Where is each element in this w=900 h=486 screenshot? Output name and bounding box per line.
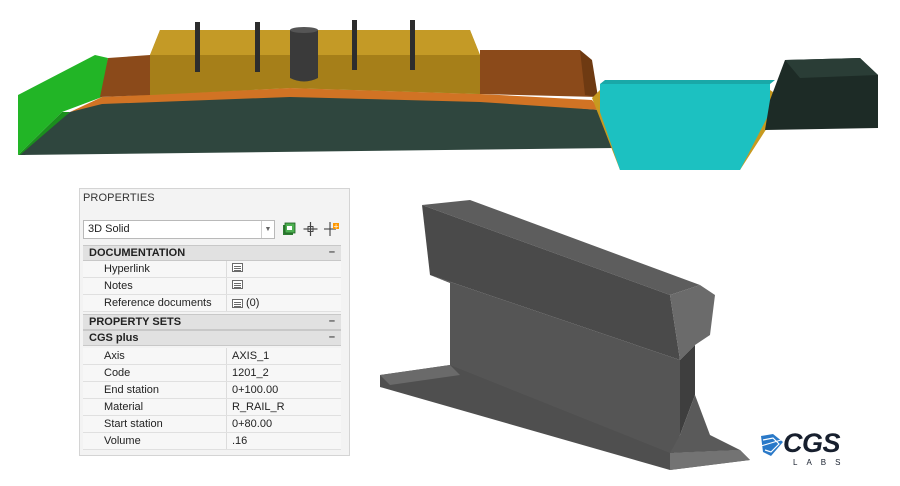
property-row[interactable]: Volume .16 (83, 433, 341, 450)
collapse-icon[interactable]: – (329, 315, 335, 327)
track-cross-section-render (18, 20, 878, 170)
property-row[interactable]: Hyperlink (83, 261, 341, 278)
property-label: Hyperlink (104, 263, 150, 275)
property-row[interactable]: Axis AXIS_1 (83, 348, 341, 365)
property-row[interactable]: End station 0+100.00 (83, 382, 341, 399)
rail-post-1 (195, 22, 200, 72)
document-icon[interactable] (232, 263, 243, 272)
property-label: Code (104, 367, 131, 379)
reference-count: (0) (246, 297, 260, 309)
property-row[interactable]: Code 1201_2 (83, 365, 341, 382)
property-value[interactable]: (0) (232, 297, 259, 309)
property-row[interactable]: Reference documents (0) (83, 295, 341, 312)
property-label: Axis (104, 350, 125, 362)
property-value[interactable]: AXIS_1 (232, 350, 269, 362)
palette-title: PROPERTIES (83, 192, 155, 204)
rail-post-4 (410, 20, 415, 70)
category-label: PROPERTY SETS (89, 316, 182, 328)
property-label: Material (104, 401, 144, 413)
quick-select-icon[interactable] (281, 220, 298, 238)
property-value[interactable]: 1201_2 (232, 367, 269, 379)
property-value[interactable] (232, 263, 246, 272)
document-icon[interactable] (232, 298, 243, 308)
ditch-water (600, 84, 770, 170)
property-label: Start station (104, 418, 163, 430)
property-value[interactable]: 0+100.00 (232, 384, 278, 396)
property-label: Reference documents (104, 297, 212, 309)
category-label: DOCUMENTATION (89, 247, 186, 259)
logo-subtext: LABS (793, 458, 850, 467)
property-row[interactable]: Start station 0+80.00 (83, 416, 341, 433)
rail-profile-render (380, 200, 750, 470)
property-label: Notes (104, 280, 133, 292)
pick-object-icon[interactable] (302, 220, 319, 238)
toggle-pickadd-icon[interactable]: + (323, 220, 340, 238)
category-property-sets[interactable]: PROPERTY SETS – (83, 314, 341, 330)
object-type-value: 3D Solid (88, 223, 130, 235)
category-cgs-plus[interactable]: CGS plus – (83, 330, 341, 346)
properties-palette: PROPERTIES 3D Solid ▼ + DOCUMENTATION – … (79, 188, 350, 456)
property-grid: DOCUMENTATION – Hyperlink Notes Referenc… (83, 245, 341, 450)
document-icon[interactable] (232, 280, 243, 289)
brown-wedge-left (100, 55, 150, 97)
logo-wordmark: CGS (783, 428, 841, 458)
property-value[interactable]: .16 (232, 435, 247, 447)
cgs-labs-logo: CGS LABS (759, 428, 877, 470)
chevron-down-icon[interactable]: ▼ (261, 221, 274, 238)
cgs-logo-mark-icon (760, 434, 783, 456)
property-row[interactable]: Notes (83, 278, 341, 295)
drain-pipe (290, 30, 318, 82)
svg-text:+: + (333, 223, 339, 231)
brown-wedge-right (480, 50, 598, 97)
property-value[interactable]: R_RAIL_R (232, 401, 285, 413)
rail-post-3 (352, 20, 357, 70)
property-label: End station (104, 384, 160, 396)
rail-post-2 (255, 22, 260, 72)
property-label: Volume (104, 435, 141, 447)
property-value[interactable] (232, 280, 246, 289)
category-documentation[interactable]: DOCUMENTATION – (83, 245, 341, 261)
collapse-icon[interactable]: – (329, 246, 335, 258)
category-label: CGS plus (89, 332, 139, 344)
collapse-icon[interactable]: – (329, 331, 335, 343)
property-row[interactable]: Material R_RAIL_R (83, 399, 341, 416)
object-type-select[interactable]: 3D Solid ▼ (83, 220, 275, 239)
property-value[interactable]: 0+80.00 (232, 418, 272, 430)
